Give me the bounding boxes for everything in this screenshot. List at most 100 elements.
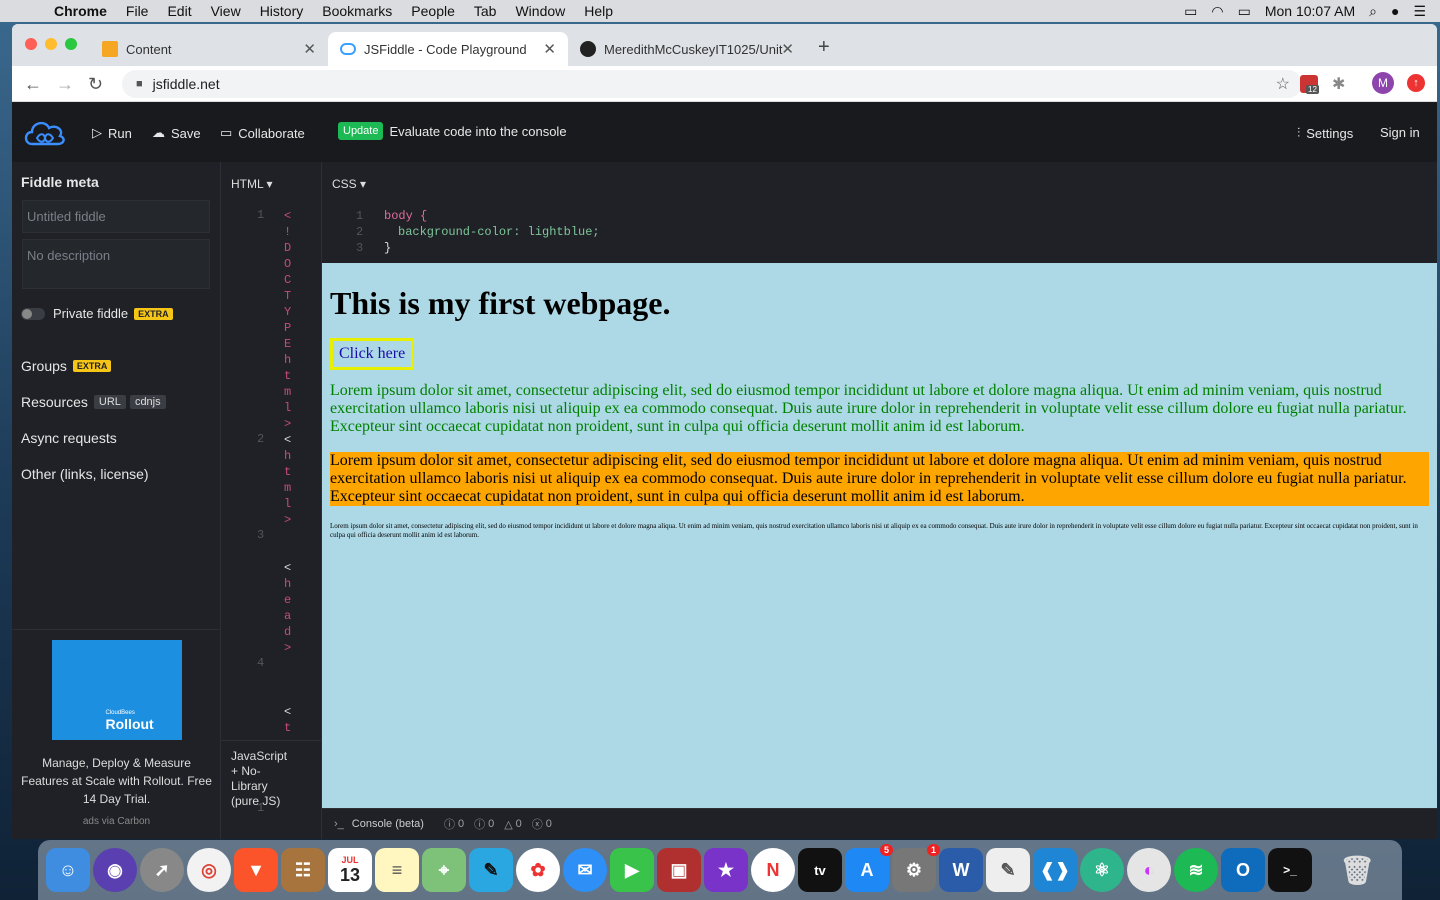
sidebar-item-resources[interactable]: Resources URL cdnjs [21,394,166,410]
tab-github[interactable]: MeredithMcCuskeyIT1025/Unit 6 ✕ [568,32,806,66]
jsfiddle-logo-icon[interactable] [22,116,68,150]
resources-label: Resources [21,394,88,410]
html-panel-label[interactable]: HTML ▾ [231,177,273,191]
url-chip[interactable]: URL [93,395,126,409]
click-here-link[interactable]: Click here [330,338,415,370]
collaborate-button[interactable]: ▭ Collaborate [220,125,305,141]
settings-label: Settings [1306,125,1354,141]
minimize-window-button[interactable] [45,38,57,50]
messages-icon[interactable]: ✉ [563,848,607,892]
menu-view[interactable]: View [211,3,241,19]
photo-booth-icon[interactable]: ▣ [657,848,701,892]
tab-content[interactable]: Content ✕ [90,32,328,66]
bookmark-star-icon[interactable]: ☆ [1276,74,1290,94]
fiddle-title-input[interactable]: Untitled fiddle [22,200,210,233]
status-area: ▭ ◠ ▭ Mon 10:07 AM ⌕ ● ☰ [1184,0,1440,22]
menu-edit[interactable]: Edit [167,3,191,19]
ad-text: Manage, Deploy & Measure Features at Sca… [21,756,212,806]
imovie-icon[interactable]: ★ [704,848,748,892]
carbon-ad[interactable]: CloudBees Rollout Manage, Deploy & Measu… [12,629,221,839]
brave-icon[interactable]: ▼ [234,848,278,892]
update-notice[interactable]: Update Evaluate code into the console [338,122,567,140]
css-panel-label[interactable]: CSS ▾ [332,177,366,191]
notification-center-icon[interactable]: ☰ [1413,3,1426,20]
zoom-window-button[interactable] [65,38,77,50]
tab-jsfiddle[interactable]: JSFiddle - Code Playground ✕ [328,32,568,66]
menu-clock[interactable]: Mon 10:07 AM [1265,3,1355,19]
airplay-icon[interactable]: ▭ [1184,3,1197,20]
reload-icon[interactable]: ↻ [88,74,103,95]
bug-extension-icon[interactable]: ✱ [1332,74,1345,94]
menu-bookmarks[interactable]: Bookmarks [322,3,392,19]
content-favicon-icon [102,41,118,57]
forward-icon[interactable]: → [56,74,74,95]
apple-tv-icon[interactable]: tv [798,848,842,892]
line-number: 1 [257,208,265,222]
system-preferences-icon[interactable]: ⚙ 1 [892,844,940,892]
contacts-icon[interactable]: ☷ [281,848,325,892]
app-store-icon[interactable]: A5 [845,844,893,892]
menu-help[interactable]: Help [584,3,613,19]
html-code-wrapped[interactable]: <! D O C T Y P Eh t m l > < h t m l > < h e a d > < t [284,208,294,736]
finder-icon[interactable]: ☺ [46,848,90,892]
html-panel: HTML ▾ 1 2 3 4 <! D O C T Y P Eh t m l > < h t m l > < h e a d… [221,162,322,839]
menu-file[interactable]: File [126,3,149,19]
menu-people[interactable]: People [411,3,455,19]
sign-in-link[interactable]: Sign in [1380,125,1420,140]
terminal-icon[interactable]: >_ [1268,848,1312,892]
news-icon[interactable]: N [751,848,795,892]
menu-window[interactable]: Window [515,3,565,19]
cdnjs-chip[interactable]: cdnjs [129,395,166,409]
siri-icon[interactable]: ◉ [93,848,137,892]
ad-image[interactable]: CloudBees Rollout [51,640,182,740]
error-count: 0 [545,818,552,830]
new-tab-button[interactable]: + [818,36,830,59]
sidebar-item-other[interactable]: Other (links, license) [21,466,149,482]
outlook-icon[interactable]: O [1221,848,1265,892]
notes-icon[interactable]: ≡ [375,848,419,892]
menu-bar: Chrome File Edit View History Bookmarks … [0,0,1440,22]
kindle-icon[interactable]: ✎ [469,848,513,892]
info-count-icon: ⓘ [443,819,455,831]
textedit-icon[interactable]: ✎ [986,848,1030,892]
update-chrome-icon[interactable]: ↑ [1407,74,1425,92]
vscode-icon[interactable]: ❰❱ [1033,848,1077,892]
close-window-button[interactable] [25,38,37,50]
console-bar[interactable]: ›_ Console (beta) ⓘ 0 ⓘ 0 △ 0 ⓧ 0 [322,808,1437,839]
sidebar-item-groups[interactable]: Groups EXTRA [21,358,112,374]
photos-icon[interactable]: ✿ [516,848,560,892]
wifi-icon[interactable]: ◠ [1211,3,1223,20]
private-toggle[interactable] [21,307,45,320]
css-editor[interactable]: 1 body { 2 background-color: lightblue; 3} [356,208,600,256]
calendar-icon[interactable]: JUL 13 [328,848,372,892]
menu-tab[interactable]: Tab [474,3,497,19]
spotify-icon[interactable]: ≋ [1174,848,1218,892]
chrome-icon[interactable]: ◎ [187,848,231,892]
maps-icon[interactable]: ⌖ [422,848,466,892]
fiddle-description-input[interactable]: No description [22,239,210,289]
info-count: 0 [457,818,465,830]
menu-app-name[interactable]: Chrome [54,3,107,19]
profile-avatar[interactable]: M [1372,72,1394,94]
js-panel-label[interactable]: JavaScript + No-Library (pure JS) 1 [221,740,321,839]
word-icon[interactable]: W [939,848,983,892]
battery-icon[interactable]: ▭ [1238,3,1251,20]
run-button[interactable]: ▷ Run [92,125,132,141]
menu-history[interactable]: History [260,3,304,19]
close-tab-icon[interactable]: ✕ [543,40,556,58]
spotlight-icon[interactable]: ⌕ [1369,3,1377,20]
back-icon[interactable]: ← [24,74,42,95]
trash-icon[interactable]: 🗑 [1335,848,1379,892]
launchpad-icon[interactable]: ➚ [140,848,184,892]
facetime-icon[interactable]: ▶ [610,848,654,892]
close-tab-icon[interactable]: ✕ [303,40,316,58]
close-tab-icon[interactable]: ✕ [781,40,794,58]
sidebar-item-async[interactable]: Async requests [21,430,117,446]
siri-icon[interactable]: ● [1391,3,1399,19]
address-bar[interactable]: ■ jsfiddle.net ☆ [122,70,1302,98]
save-button[interactable]: ☁ Save [152,125,201,141]
async-label: Async requests [21,430,117,446]
color-app-icon[interactable]: ◐ [1127,848,1171,892]
atom-icon[interactable]: ⚛ [1080,848,1124,892]
settings-button[interactable]: ⫶ Settings [1297,125,1353,141]
